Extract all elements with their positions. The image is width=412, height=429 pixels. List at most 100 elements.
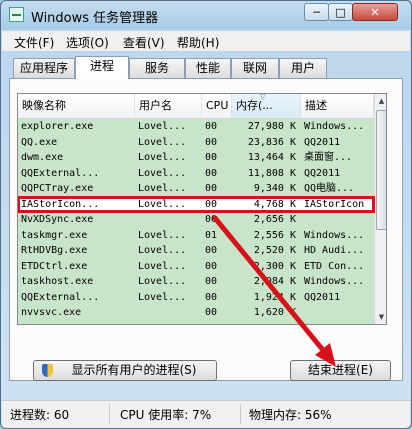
processes-panel: 映像名称 用户名 CPU ▽ 内存(... 描述 explorer.exe Lov… (9, 78, 403, 381)
close-button[interactable]: ✕ (352, 3, 398, 21)
column-memory-label: 内存(... (236, 99, 273, 112)
cell-description: Windows... (304, 229, 365, 241)
cell-memory: 13,464 K (247, 152, 296, 163)
tab-services[interactable]: 服务 (129, 58, 185, 78)
show-all-users-processes-label: 显示所有用户的进程(S) (71, 363, 197, 377)
column-memory[interactable]: ▽ 内存(... (232, 94, 301, 118)
table-row[interactable]: NvXDSync.exe 00 2,656 K (18, 212, 374, 228)
cell-description (301, 212, 374, 228)
table-row-selected[interactable]: IAStorIcon... Lovel... 00 4,768 K IAStorIcon (18, 195, 375, 213)
cell-description (301, 305, 374, 321)
minimize-button[interactable]: ─ (304, 3, 329, 21)
tab-performance[interactable]: 性能 (185, 58, 231, 78)
cell-description: QQ2011 (304, 291, 341, 303)
column-user-name[interactable]: 用户名 (135, 94, 202, 118)
cell-description: Windows... (304, 276, 365, 287)
table-row[interactable]: QQPCTray.exe Lovel... 00 9,340 K QQ电脑... (18, 181, 374, 197)
column-headers: 映像名称 用户名 CPU ▽ 内存(... 描述 (18, 94, 374, 119)
vertical-scrollbar[interactable]: ▲ ▼ (374, 94, 386, 324)
menu-file[interactable]: 文件(F) (14, 34, 54, 51)
cell-user-name: Lovel... (138, 152, 187, 163)
table-row[interactable]: QQ.exe Lovel... 00 23,836 K QQ2011 (18, 135, 374, 151)
cell-memory: 1,528 K (232, 321, 301, 325)
cell-cpu: 00 (202, 321, 232, 325)
cell-memory: 11,808 K (247, 167, 296, 179)
cell-image-name: QQExternal... (21, 167, 100, 179)
table-row[interactable]: csrss.exe 001,528 K (18, 321, 374, 325)
tab-users[interactable]: 用户 (279, 58, 327, 78)
uac-shield-icon (42, 364, 53, 377)
table-row[interactable]: ETDCtrl.exe Lovel... 00 2,300 K ETD Con... (18, 259, 374, 275)
cell-cpu: 00 (205, 291, 218, 303)
task-manager-window: Windows 任务管理器 ─ □ ✕ 文件(F) 选项(O) 查看(V) 帮助… (0, 0, 412, 429)
cell-cpu: 00 (205, 214, 218, 225)
status-physical-memory: 物理内存: 56% (249, 408, 332, 422)
cell-image-name: NvXDSync.exe (21, 214, 94, 225)
cell-user-name: Lovel... (138, 121, 187, 132)
status-cpu-usage: CPU 使用率: 7% (120, 408, 212, 422)
scroll-up-icon[interactable]: ▲ (375, 94, 386, 108)
cell-cpu: 00 (205, 260, 218, 272)
status-process-count: 进程数: 60 (10, 408, 70, 422)
cell-memory: 4,768 K (253, 198, 296, 210)
table-row[interactable]: QQExternal... Lovel... 00 11,808 K QQ2011 (18, 166, 374, 182)
cell-cpu: 00 (205, 276, 218, 287)
process-list[interactable]: 映像名称 用户名 CPU ▽ 内存(... 描述 explorer.exe Lov… (17, 93, 387, 325)
table-row[interactable]: taskmgr.exe Lovel... 01 2,556 K Windows... (18, 228, 374, 244)
table-row[interactable]: nvvsvc.exe 00 1,620 K (18, 305, 374, 321)
tab-strip: 应用程序 进程 服务 性能 联网 用户 (9, 56, 403, 79)
end-process-button[interactable]: 结束进程(E) (290, 360, 391, 381)
cell-description: 桌面窗... (304, 152, 353, 163)
table-row[interactable]: taskhost.exe Lovel... 00 2,084 K Windows... (18, 274, 374, 290)
cell-user-name: Lovel... (138, 229, 187, 241)
cell-user-name: Lovel... (138, 183, 187, 194)
show-all-users-processes-button[interactable]: 显示所有用户的进程(S) (33, 360, 217, 381)
menu-help[interactable]: 帮助(H) (177, 34, 219, 51)
cell-memory: 1,924 K (253, 291, 296, 303)
table-row[interactable]: RtHDVBg.exe Lovel... 00 2,520 K HD Audi... (18, 243, 374, 259)
column-description[interactable]: 描述 (301, 94, 374, 118)
cell-memory: 9,340 K (253, 183, 296, 194)
cell-image-name: csrss.exe (18, 321, 135, 325)
cell-memory: 2,300 K (253, 260, 296, 272)
table-row[interactable]: explorer.exe Lovel... 00 27,980 K Windows... (18, 119, 374, 135)
status-divider (240, 404, 241, 424)
cell-user-name: Lovel... (138, 291, 187, 303)
cell-user-name: Lovel... (138, 245, 187, 256)
cell-description: QQ2011 (304, 167, 341, 179)
cell-image-name: IAStorIcon... (21, 198, 100, 210)
column-cpu[interactable]: CPU (202, 94, 232, 118)
cell-image-name: nvvsvc.exe (21, 307, 82, 318)
table-row[interactable]: dwm.exe Lovel... 00 13,464 K 桌面窗... (18, 150, 374, 166)
cell-description: IAStorIcon (304, 198, 365, 210)
menu-options[interactable]: 选项(O) (66, 34, 109, 51)
scroll-down-icon[interactable]: ▼ (375, 310, 386, 324)
window-title: Windows 任务管理器 (31, 11, 159, 26)
tab-networking[interactable]: 联网 (231, 58, 279, 78)
tab-processes[interactable]: 进程 (75, 56, 129, 79)
column-image-name[interactable]: 映像名称 (18, 94, 135, 118)
maximize-button[interactable]: □ (328, 3, 353, 21)
cell-image-name: QQPCTray.exe (21, 183, 94, 194)
cell-description: QQ电脑... (304, 183, 355, 194)
table-row[interactable]: QQExternal... Lovel... 00 1,924 K QQ2011 (18, 290, 374, 306)
task-manager-icon (9, 7, 24, 22)
cell-user-name (135, 212, 202, 228)
title-bar[interactable]: Windows 任务管理器 ─ □ ✕ (1, 1, 411, 29)
cell-memory: 2,656 K (253, 214, 296, 225)
cell-user-name: Lovel... (138, 198, 187, 210)
cell-description (301, 321, 374, 325)
tab-applications[interactable]: 应用程序 (13, 58, 75, 78)
cell-memory: 23,836 K (247, 136, 296, 148)
cell-user-name (135, 305, 202, 321)
cell-memory: 2,084 K (253, 276, 296, 287)
menu-bar: 文件(F) 选项(O) 查看(V) 帮助(H) (2, 31, 410, 51)
menu-view[interactable]: 查看(V) (123, 34, 165, 51)
cell-image-name: QQExternal... (21, 291, 100, 303)
cell-cpu: 00 (205, 198, 218, 210)
process-rows: explorer.exe Lovel... 00 27,980 K Windows...… (18, 119, 375, 325)
cell-description: QQ2011 (304, 136, 341, 148)
cell-description: ETD Con... (304, 260, 365, 272)
scrollbar-thumb[interactable] (376, 110, 386, 230)
cell-description: HD Audi... (304, 245, 365, 256)
